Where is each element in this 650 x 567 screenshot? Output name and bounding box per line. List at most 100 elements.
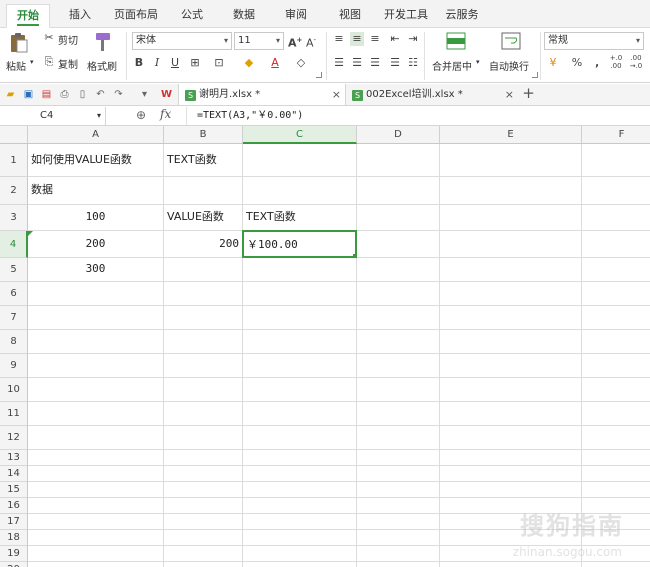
doc-tab-1[interactable]: S 谢明月.xlsx * × — [178, 84, 346, 105]
tab-review[interactable]: 审阅 — [276, 6, 316, 26]
cell-d6[interactable] — [357, 282, 440, 306]
cell-c7[interactable] — [243, 306, 357, 330]
cell-e1[interactable] — [440, 144, 582, 177]
currency-format-icon[interactable]: ¥ — [546, 56, 560, 70]
cell-f2[interactable] — [582, 177, 650, 205]
cell-c15[interactable] — [243, 482, 357, 498]
cell-a20[interactable] — [28, 562, 164, 567]
undo-icon[interactable]: ↶ — [94, 88, 107, 101]
merge-center-button[interactable]: 合并居中 ▾ — [430, 30, 482, 80]
cell-d14[interactable] — [357, 466, 440, 482]
cell-b5[interactable] — [164, 258, 243, 282]
format-painter-button[interactable]: 格式刷 — [86, 30, 120, 80]
print-icon[interactable]: ⎙ — [58, 88, 71, 101]
cell-f1[interactable] — [582, 144, 650, 177]
align-center-icon[interactable]: ☰ — [350, 56, 364, 70]
cell-a11[interactable] — [28, 402, 164, 426]
cell-f15[interactable] — [582, 482, 650, 498]
bold-button[interactable]: B — [132, 56, 146, 70]
cell-c8[interactable] — [243, 330, 357, 354]
cell-f8[interactable] — [582, 330, 650, 354]
cell-a19[interactable] — [28, 546, 164, 562]
cell-c11[interactable] — [243, 402, 357, 426]
cell-e12[interactable] — [440, 426, 582, 450]
cell-d1[interactable] — [357, 144, 440, 177]
row-header-10[interactable]: 10 — [0, 378, 28, 402]
fx-button[interactable]: fx — [160, 107, 171, 121]
cell-b16[interactable] — [164, 498, 243, 514]
cell-d2[interactable] — [357, 177, 440, 205]
paste-button[interactable]: 粘贴 ▾ — [4, 30, 34, 80]
cell-c18[interactable] — [243, 530, 357, 546]
cell-d20[interactable] — [357, 562, 440, 567]
cell-b14[interactable] — [164, 466, 243, 482]
row-header-15[interactable]: 15 — [0, 482, 28, 498]
row-header-5[interactable]: 5 — [0, 258, 28, 282]
tab-page-layout[interactable]: 页面布局 — [108, 6, 164, 26]
cell-a16[interactable] — [28, 498, 164, 514]
cell-c12[interactable] — [243, 426, 357, 450]
cell-e6[interactable] — [440, 282, 582, 306]
cell-b8[interactable] — [164, 330, 243, 354]
doc-tab-2[interactable]: S 002Excel培训.xlsx * × — [346, 84, 518, 105]
tab-insert[interactable]: 插入 — [60, 6, 100, 26]
cell-d15[interactable] — [357, 482, 440, 498]
spreadsheet-grid[interactable]: A B C D E F 1 如何使用VALUE函数 TEXT函数 2 数据 3 100 VALUE函数 TE… — [0, 126, 650, 567]
cell-c2[interactable] — [243, 177, 357, 205]
cell-e2[interactable] — [440, 177, 582, 205]
cell-d7[interactable] — [357, 306, 440, 330]
align-middle-icon[interactable]: ≡ — [350, 32, 364, 46]
cell-c6[interactable] — [243, 282, 357, 306]
cell-f7[interactable] — [582, 306, 650, 330]
row-header-11[interactable]: 11 — [0, 402, 28, 426]
cell-e20[interactable] — [440, 562, 582, 567]
redo-icon[interactable]: ↷ — [112, 88, 125, 101]
indent-increase-icon[interactable]: ⇥ — [406, 32, 420, 46]
cell-c9[interactable] — [243, 354, 357, 378]
cell-d17[interactable] — [357, 514, 440, 530]
cell-e10[interactable] — [440, 378, 582, 402]
indent-decrease-icon[interactable]: ⇤ — [388, 32, 402, 46]
cell-c19[interactable] — [243, 546, 357, 562]
cell-a15[interactable] — [28, 482, 164, 498]
cell-b2[interactable] — [164, 177, 243, 205]
decrease-font-icon[interactable]: A- — [304, 33, 318, 50]
row-header-6[interactable]: 6 — [0, 282, 28, 306]
underline-button[interactable]: U — [168, 56, 182, 70]
cell-b7[interactable] — [164, 306, 243, 330]
cell-c14[interactable] — [243, 466, 357, 482]
cell-e7[interactable] — [440, 306, 582, 330]
row-header-2[interactable]: 2 — [0, 177, 28, 205]
cell-a5[interactable]: 300 — [28, 258, 164, 282]
cell-a13[interactable] — [28, 450, 164, 466]
cell-b20[interactable] — [164, 562, 243, 567]
cell-a10[interactable] — [28, 378, 164, 402]
cell-f10[interactable] — [582, 378, 650, 402]
cell-b15[interactable] — [164, 482, 243, 498]
increase-decimal-button[interactable]: +.0.00 — [608, 54, 624, 70]
font-dialog-launcher-icon[interactable] — [316, 72, 322, 78]
align-bottom-icon[interactable]: ≡ — [368, 32, 382, 46]
increase-font-icon[interactable]: A+ — [288, 33, 302, 50]
column-header-f[interactable]: F — [582, 126, 650, 144]
cell-b9[interactable] — [164, 354, 243, 378]
cell-f4[interactable] — [582, 231, 650, 258]
cell-a14[interactable] — [28, 466, 164, 482]
cell-f20[interactable] — [582, 562, 650, 567]
tab-cloud[interactable]: 云服务 — [440, 6, 484, 26]
export-pdf-icon[interactable]: ▤ — [40, 88, 53, 101]
cell-f11[interactable] — [582, 402, 650, 426]
cell-f13[interactable] — [582, 450, 650, 466]
cell-c10[interactable] — [243, 378, 357, 402]
cell-b17[interactable] — [164, 514, 243, 530]
copy-button[interactable]: ⎘ 复制 — [42, 55, 84, 71]
cell-b4[interactable]: 200 — [164, 231, 243, 258]
cell-d19[interactable] — [357, 546, 440, 562]
row-header-4[interactable]: 4 — [0, 231, 28, 258]
wps-logo-icon[interactable]: W — [160, 88, 173, 101]
cell-e8[interactable] — [440, 330, 582, 354]
zoom-magnifier-icon[interactable]: ⊕ — [136, 108, 146, 122]
cell-d8[interactable] — [357, 330, 440, 354]
open-folder-icon[interactable]: ▰ — [4, 88, 17, 101]
thousands-separator-button[interactable]: ‚ — [590, 56, 604, 70]
